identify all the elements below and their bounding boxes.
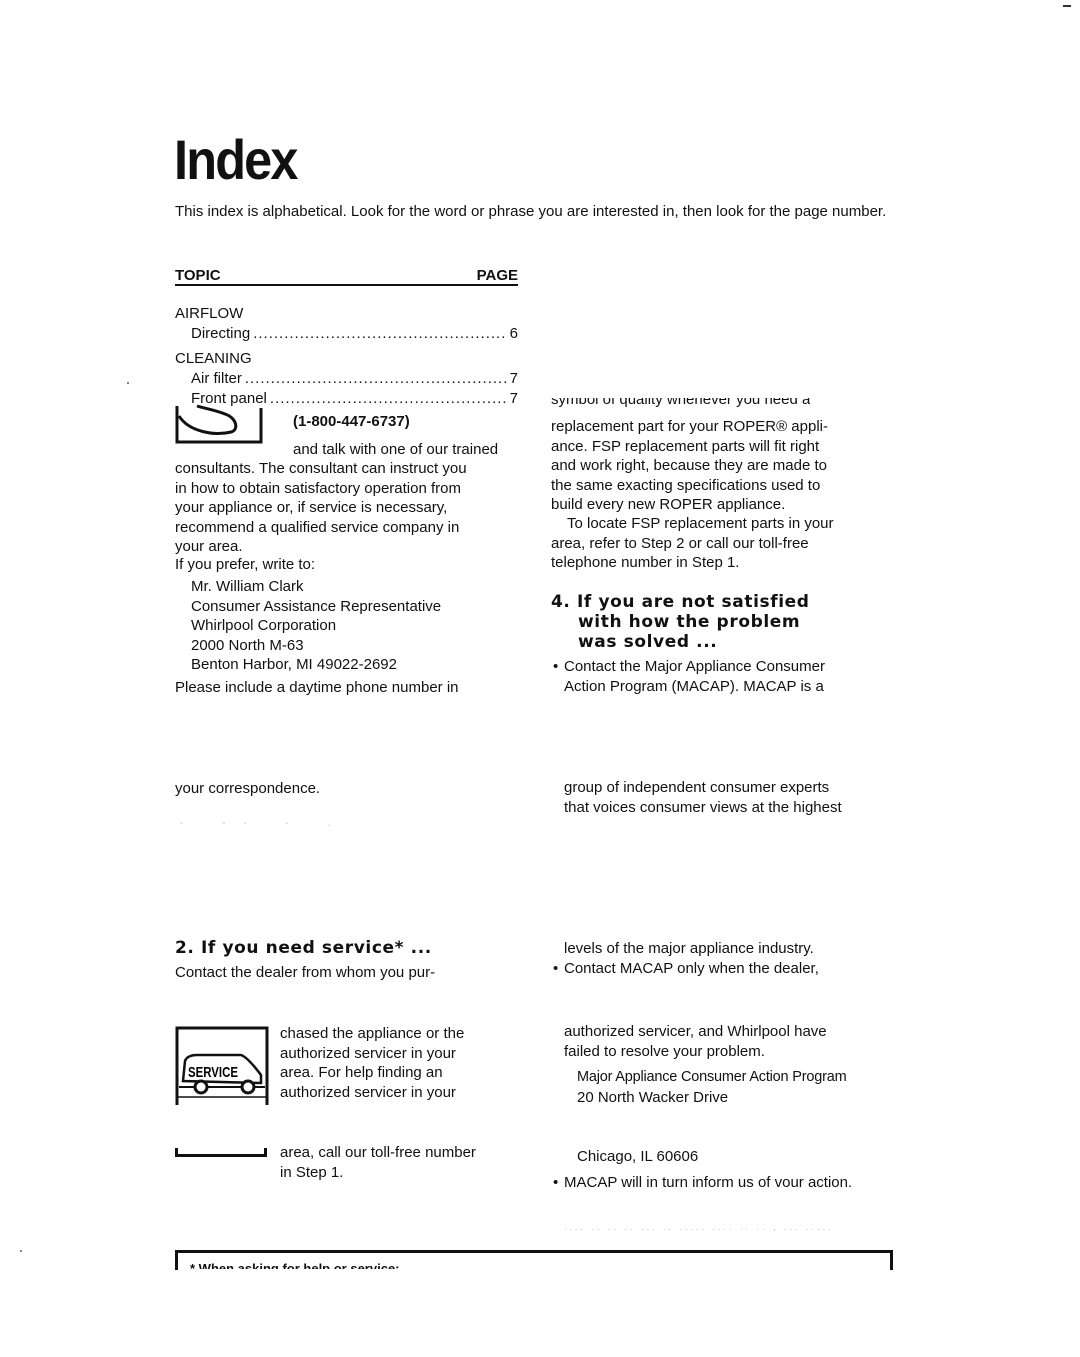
entry-label: Directing xyxy=(191,325,251,342)
text-line: Action Program (MACAP). MACAP is a xyxy=(564,677,824,695)
locate-paragraph: To locate FSP replacement parts in your … xyxy=(551,514,834,573)
macap-bullet-3: MACAP will in turn inform us of vour act… xyxy=(553,1173,852,1193)
macap-city: Chicago, IL 60606 xyxy=(577,1148,699,1165)
fsp-paragraph: replacement part for your ROPER® appli- … xyxy=(551,417,828,515)
footer-box-right xyxy=(890,1250,893,1270)
section-2-heading: 2. If you need service* ... xyxy=(175,938,432,958)
text-line: ance. FSP replacement parts will fit rig… xyxy=(551,437,820,455)
page-title: Index xyxy=(174,128,298,191)
phone-request: Please include a daytime phone number in xyxy=(175,679,459,696)
service-van-label: SERVICE xyxy=(188,1064,238,1081)
entry-page: 6 xyxy=(509,325,518,342)
macap-address: Major Appliance Consumer Action Program … xyxy=(577,1068,847,1107)
mailing-address: Mr. William Clark Consumer Assistance Re… xyxy=(191,577,441,675)
text-line: area, call our toll-free number xyxy=(280,1144,476,1161)
text-line: that voices consumer views at the highes… xyxy=(564,798,842,816)
section-2-text: Contact the dealer from whom you pur- xyxy=(175,964,436,981)
entry-page: 7 xyxy=(509,390,518,407)
text-line: area. For help finding an xyxy=(280,1064,443,1081)
index-category: CLEANING xyxy=(175,350,252,367)
text-line: failed to resolve your problem. xyxy=(564,1042,765,1060)
text-line: authorized servicer in your xyxy=(280,1044,456,1062)
text-line: levels of the major appliance industry. xyxy=(564,940,814,957)
address-line: Mr. William Clark xyxy=(191,578,304,595)
phone-line: and talk with one of our trained xyxy=(293,441,499,458)
bullet-line: Contact the Major Appliance Consumer xyxy=(564,657,825,677)
footer-box-top xyxy=(175,1250,893,1253)
phone-number: (1-800-447-6737) xyxy=(293,413,410,430)
macap-bullet-2-cont: authorized servicer, and Whirlpool have … xyxy=(564,1022,827,1061)
consult-paragraph: consultants. The consultant can instruct… xyxy=(175,459,467,557)
text-line: in Step 1. xyxy=(280,1163,344,1181)
index-category: AIRFLOW xyxy=(175,305,244,322)
address-line: Major Appliance Consumer Action Program xyxy=(577,1069,847,1085)
service-icon-bottom-frame xyxy=(175,1148,267,1157)
text-line: your area. xyxy=(175,538,243,555)
index-entry[interactable]: Air filter 7 xyxy=(175,369,518,389)
text-line: authorized servicer in your xyxy=(280,1083,456,1101)
macap-bullet-1-cont2: levels of the major appliance industry. … xyxy=(564,939,819,978)
section-2-paragraph: chased the appliance or the authorized s… xyxy=(280,1024,464,1102)
index-list: AIRFLOW Directing 6 CLEANING Air filter … xyxy=(175,304,518,409)
text-line: authorized servicer, and Whirlpool have xyxy=(564,1023,827,1040)
dot-leader xyxy=(253,324,506,344)
text-line: and work right, because they are made to xyxy=(551,457,827,474)
text-line: To locate FSP replacement parts in your xyxy=(567,515,834,532)
address-line: 2000 North M-63 xyxy=(191,636,304,654)
index-entry[interactable]: Directing 6 xyxy=(175,324,518,344)
text-line: telephone number in Step 1. xyxy=(551,554,740,571)
entry-label: Air filter xyxy=(191,370,242,387)
address-line: Whirlpool Corporation xyxy=(191,617,337,634)
footer-box-left xyxy=(175,1250,178,1270)
scan-speck xyxy=(20,1250,22,1252)
scan-mark xyxy=(1063,5,1071,7)
phone-icon xyxy=(175,402,265,444)
section-2-paragraph-cont: area, call our toll-free number in Step … xyxy=(280,1143,476,1182)
write-intro: If you prefer, write to: xyxy=(175,556,316,573)
text-line: in how to obtain satisfactory operation … xyxy=(175,479,461,497)
scan-speck xyxy=(127,382,129,384)
text-line: the same exacting specifications used to xyxy=(551,476,821,494)
page-column-header: PAGE xyxy=(476,267,518,284)
text-line: chased the appliance or the xyxy=(280,1025,465,1042)
heading-line: with how the problem xyxy=(578,612,801,632)
text-line: area, refer to Step 2 or call our toll-f… xyxy=(551,534,809,552)
text-line: replacement part for your ROPER® appli- xyxy=(551,418,828,435)
faint-marks: - -- - . xyxy=(180,818,349,829)
macap-bullet-1: Contact the Major Appliance Consumer Act… xyxy=(564,657,825,696)
text-line: build every new ROPER appliance. xyxy=(551,496,786,513)
text-line: recommend a qualified service company in xyxy=(175,518,460,536)
footer-note: * When asking for help or service: xyxy=(190,1261,400,1269)
heading-line: 4. If you are not satisfied xyxy=(551,592,810,612)
entry-page: 7 xyxy=(509,370,518,387)
text-line: your appliance or, if service is necessa… xyxy=(175,499,448,516)
text-line: symbol of quality whenever you need a xyxy=(551,398,811,408)
section-4-heading: 4. If you are not satisfied with how the… xyxy=(551,592,810,652)
address-line: Consumer Assistance Representative xyxy=(191,597,442,615)
address-line: Benton Harbor, MI 49022-2692 xyxy=(191,656,397,673)
intro-paragraph: This index is alphabetical. Look for the… xyxy=(175,203,887,220)
phone-request-cont: your correspondence. xyxy=(175,780,321,797)
text-line: group of independent consumer experts xyxy=(564,779,830,796)
macap-bullet-1-cont: group of independent consumer experts th… xyxy=(564,778,842,817)
cut-text-line: symbol of quality whenever you need a xyxy=(551,398,810,412)
service-van-icon: SERVICE xyxy=(175,1025,270,1105)
heading-line: was solved ... xyxy=(578,632,718,652)
text-line: consultants. The consultant can instruct… xyxy=(175,460,467,477)
bullet-line: Contact MACAP only when the dealer, xyxy=(564,959,819,979)
topic-column-header: TOPIC xyxy=(175,267,221,284)
dot-leader xyxy=(270,389,507,409)
dot-leader xyxy=(245,369,507,389)
index-header: TOPIC PAGE xyxy=(175,267,518,286)
address-line: 20 North Wacker Drive xyxy=(577,1088,729,1106)
faint-marks: .... .. .. .. ... .. ..... .... .. .. , … xyxy=(564,1222,834,1232)
